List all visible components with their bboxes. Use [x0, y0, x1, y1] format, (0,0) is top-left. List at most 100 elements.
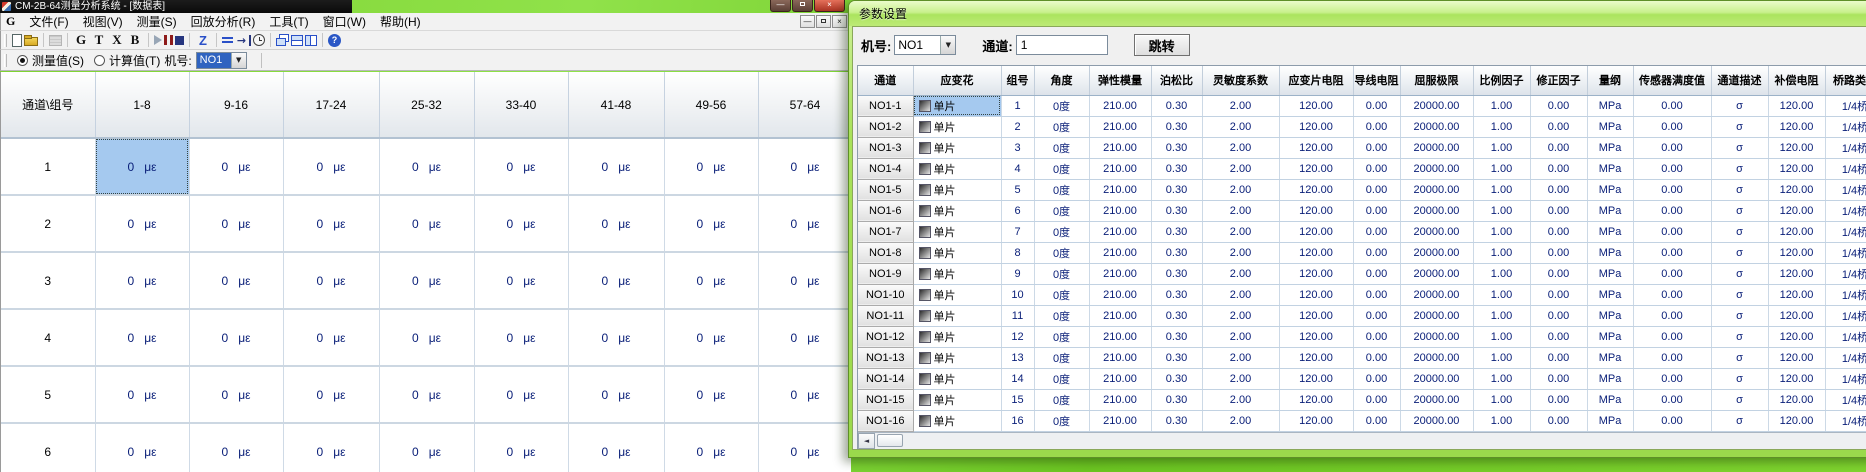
param-cell[interactable]: 1.00	[1473, 368, 1530, 389]
param-cell[interactable]: 0.30	[1151, 242, 1202, 263]
gauge-type-cell[interactable]: 单片	[913, 284, 1001, 305]
gauge-type-cell[interactable]: 单片	[913, 305, 1001, 326]
param-cell[interactable]: 2.00	[1202, 326, 1279, 347]
param-cell[interactable]: 0.30	[1151, 179, 1202, 200]
param-cell[interactable]: 20000.00	[1400, 242, 1473, 263]
param-cell[interactable]: 15	[1001, 389, 1034, 410]
param-cell[interactable]: 0度	[1034, 158, 1089, 179]
goto-icon[interactable]: →	[235, 35, 251, 46]
measurement-cell[interactable]: 0με	[283, 252, 379, 309]
menu-item[interactable]: 视图(V)	[76, 15, 130, 29]
param-cell[interactable]: 0.00	[1353, 200, 1400, 221]
pause-icon[interactable]	[164, 35, 173, 45]
machine-select[interactable]: NO1 ▼	[894, 35, 956, 55]
options-grip[interactable]	[4, 54, 7, 67]
param-cell[interactable]: 0.30	[1151, 410, 1202, 431]
gauge-type-cell[interactable]: 单片	[913, 326, 1001, 347]
title-bar[interactable]: CM-2B-64测量分析系统 - [数据表] — ×	[0, 0, 851, 13]
param-cell[interactable]: 210.00	[1089, 242, 1151, 263]
param-cell[interactable]: MPa	[1587, 179, 1633, 200]
channel-input[interactable]: 1	[1016, 35, 1108, 55]
param-cell[interactable]: 1/4桥	[1825, 137, 1866, 158]
param-cell[interactable]: 0.00	[1633, 200, 1711, 221]
param-cell[interactable]: 0.30	[1151, 389, 1202, 410]
param-cell[interactable]: 0.00	[1530, 263, 1587, 284]
b-button[interactable]: B	[127, 32, 143, 48]
channel-row-header[interactable]: NO1-16	[858, 410, 913, 431]
param-cell[interactable]: 0度	[1034, 284, 1089, 305]
param-cell[interactable]: 0度	[1034, 389, 1089, 410]
gauge-type-cell[interactable]: 单片	[913, 263, 1001, 284]
param-cell[interactable]: 0.30	[1151, 158, 1202, 179]
param-cell[interactable]: MPa	[1587, 158, 1633, 179]
param-cell[interactable]: 0.30	[1151, 284, 1202, 305]
measurement-cell[interactable]: 0με	[189, 252, 283, 309]
param-cell[interactable]: 0.00	[1633, 137, 1711, 158]
param-cell[interactable]: 120.00	[1768, 179, 1825, 200]
param-cell[interactable]: 6	[1001, 200, 1034, 221]
param-cell[interactable]: 20000.00	[1400, 389, 1473, 410]
channel-row-header[interactable]: NO1-15	[858, 389, 913, 410]
param-cell[interactable]: 0度	[1034, 95, 1089, 116]
param-cell[interactable]: 8	[1001, 242, 1034, 263]
param-cell[interactable]: 2.00	[1202, 389, 1279, 410]
param-cell[interactable]: 1	[1001, 95, 1034, 116]
param-cell[interactable]: 1.00	[1473, 221, 1530, 242]
param-cell[interactable]: 0.30	[1151, 347, 1202, 368]
param-cell[interactable]: 210.00	[1089, 221, 1151, 242]
param-cell[interactable]: σ	[1711, 410, 1768, 431]
param-cell[interactable]: 12	[1001, 326, 1034, 347]
param-cell[interactable]: 120.00	[1279, 137, 1353, 158]
z-button[interactable]: Z	[195, 32, 211, 48]
measurement-cell[interactable]: 0με	[95, 366, 189, 423]
measurement-cell[interactable]: 0με	[95, 195, 189, 252]
measurement-cell[interactable]: 0με	[283, 138, 379, 195]
param-cell[interactable]: 120.00	[1279, 116, 1353, 137]
param-cell[interactable]: 1.00	[1473, 200, 1530, 221]
param-cell[interactable]: 1.00	[1473, 284, 1530, 305]
measurement-cell[interactable]: 0με	[474, 423, 568, 472]
measurement-cell[interactable]: 0με	[379, 138, 474, 195]
param-cell[interactable]: 0.00	[1530, 179, 1587, 200]
param-cell[interactable]: 1/4桥	[1825, 305, 1866, 326]
measure-value-radio[interactable]	[17, 55, 28, 66]
param-cell[interactable]: σ	[1711, 347, 1768, 368]
param-cell[interactable]: MPa	[1587, 263, 1633, 284]
param-cell[interactable]: 120.00	[1279, 389, 1353, 410]
cascade-windows-icon[interactable]	[276, 34, 289, 46]
param-cell[interactable]: 120.00	[1768, 137, 1825, 158]
menu-item[interactable]: 帮助(H)	[373, 15, 428, 29]
param-cell[interactable]: 0.00	[1633, 179, 1711, 200]
param-cell[interactable]: 1/4桥	[1825, 326, 1866, 347]
param-cell[interactable]: 0.00	[1633, 326, 1711, 347]
param-cell[interactable]: 1/4桥	[1825, 242, 1866, 263]
param-cell[interactable]: MPa	[1587, 116, 1633, 137]
param-cell[interactable]: 2.00	[1202, 284, 1279, 305]
child-window-menu-icon[interactable]: G	[1, 14, 22, 29]
param-cell[interactable]: 2.00	[1202, 368, 1279, 389]
measurement-cell[interactable]: 0με	[758, 252, 851, 309]
measurement-cell[interactable]: 0με	[664, 195, 758, 252]
minimize-button[interactable]: —	[770, 0, 791, 12]
child-restore-button[interactable]	[816, 15, 831, 28]
measurement-cell[interactable]: 0με	[664, 366, 758, 423]
channel-row-header[interactable]: NO1-4	[858, 158, 913, 179]
param-cell[interactable]: 2.00	[1202, 242, 1279, 263]
param-cell[interactable]: σ	[1711, 200, 1768, 221]
new-file-icon[interactable]	[12, 34, 22, 47]
param-cell[interactable]: 2.00	[1202, 263, 1279, 284]
param-cell[interactable]: 20000.00	[1400, 326, 1473, 347]
gauge-type-cell[interactable]: 单片	[913, 179, 1001, 200]
param-cell[interactable]: 2.00	[1202, 95, 1279, 116]
param-cell[interactable]: 120.00	[1279, 368, 1353, 389]
param-cell[interactable]: σ	[1711, 95, 1768, 116]
param-cell[interactable]: 0度	[1034, 326, 1089, 347]
param-cell[interactable]: MPa	[1587, 347, 1633, 368]
param-cell[interactable]: 1.00	[1473, 179, 1530, 200]
stop-icon[interactable]	[175, 36, 184, 45]
gauge-type-cell[interactable]: 单片	[913, 116, 1001, 137]
param-cell[interactable]: 20000.00	[1400, 368, 1473, 389]
param-cell[interactable]: 120.00	[1279, 179, 1353, 200]
channel-row-header[interactable]: NO1-12	[858, 326, 913, 347]
param-cell[interactable]: 2.00	[1202, 221, 1279, 242]
